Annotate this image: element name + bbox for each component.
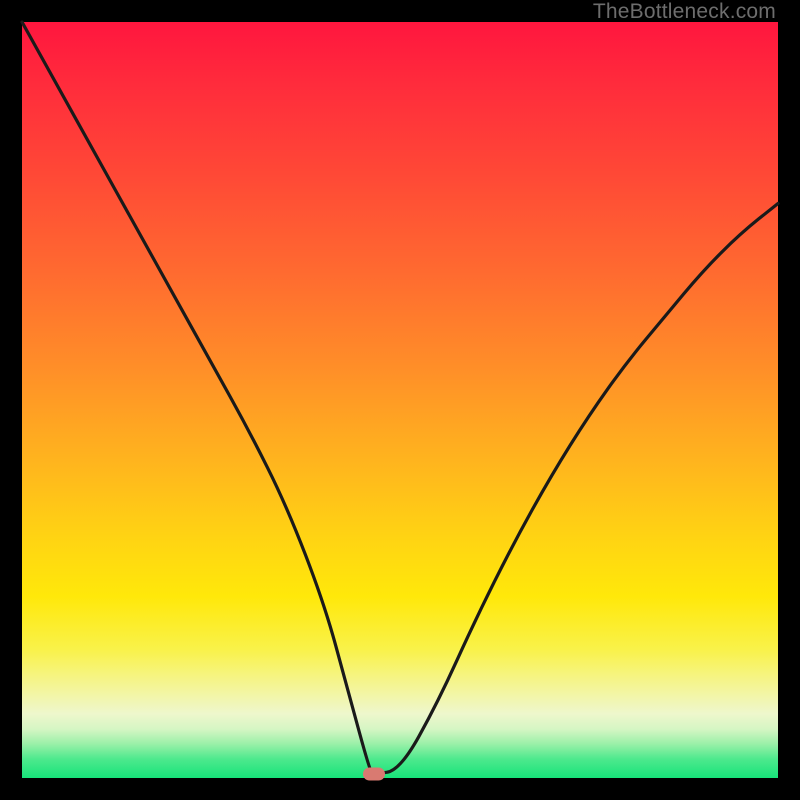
watermark-text: TheBottleneck.com <box>593 0 776 24</box>
optimal-point-marker <box>363 768 385 781</box>
chart-frame: TheBottleneck.com <box>0 0 800 800</box>
plot-area <box>22 22 778 778</box>
bottleneck-curve <box>22 22 778 778</box>
